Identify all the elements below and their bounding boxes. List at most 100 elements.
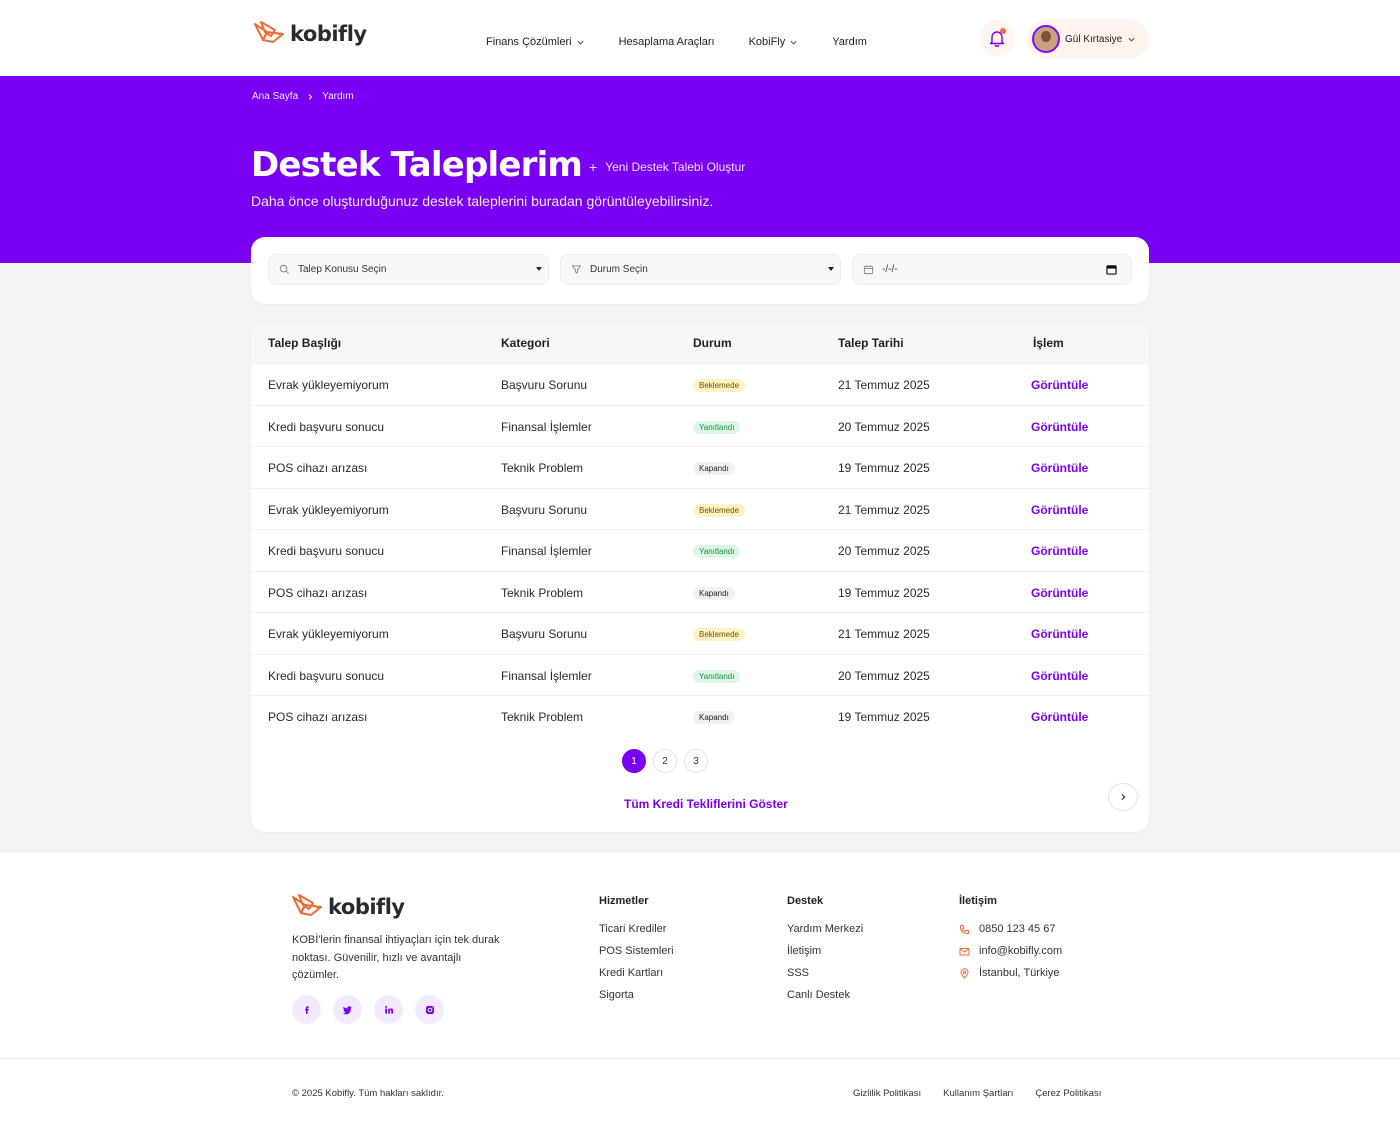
ticket-date: 20 Temmuz 2025: [838, 544, 930, 558]
breadcrumb-home-link[interactable]: Ana Sayfa: [252, 91, 298, 102]
contact-email[interactable]: info@kobifly.com: [959, 945, 1062, 957]
date-input[interactable]: -/-/-: [852, 254, 1132, 285]
site-footer: kobifly KOBİ'lerin finansal ihtiyaçları …: [0, 853, 1400, 1126]
ticket-title: Evrak yükleyemiyorum: [268, 627, 389, 641]
nav-item-yardim[interactable]: Yardım: [832, 36, 867, 48]
ticket-title: POS cihazı arızası: [268, 585, 368, 600]
copyright-text: © 2025 Kobifly. Tüm hakları saklıdır.: [292, 1088, 444, 1099]
nav-item-kobifly[interactable]: KobiFly: [749, 36, 799, 48]
view-ticket-link[interactable]: Görüntüle: [1031, 378, 1088, 392]
caret-down-icon: [536, 267, 542, 271]
hero-banner: Ana Sayfa Yardım Destek Taleplerim + Yen…: [0, 76, 1400, 263]
footer-divider: [0, 1058, 1400, 1059]
facebook-link[interactable]: [292, 995, 321, 1024]
topic-select-value: Talep Konusu Seçin: [298, 264, 387, 275]
table-row: Kredi başvuru sonucu Finansal İşlemler Yan…: [251, 404, 1149, 447]
logo-wordmark: kobifly: [290, 22, 367, 46]
footer-contact-heading: İletişim: [959, 895, 997, 907]
table-row: POS cihazı arızası Teknik Problem Kapandı 1…: [251, 570, 1149, 613]
calendar-picker-icon[interactable]: [1106, 264, 1117, 275]
ticket-category: Finansal İşlemler: [501, 544, 592, 558]
breadcrumb-current: Yardım: [322, 91, 354, 102]
user-name: Gül Kırtasiye: [1065, 33, 1123, 45]
topic-select[interactable]: Talep Konusu Seçin: [268, 254, 549, 285]
footer-contact-column: İletişim 0850 123 45 67 info@kobifly.com…: [959, 895, 1062, 989]
footer-link[interactable]: Kredi Kartları: [599, 967, 674, 979]
contact-phone-text: 0850 123 45 67: [979, 923, 1056, 935]
location-pin-icon: [960, 967, 969, 979]
nav-item-finans-cozumleri[interactable]: Finans Çözümleri: [486, 36, 585, 48]
table-row: POS cihazı arızası Teknik Problem Kapandı 1…: [251, 695, 1149, 737]
footer-link[interactable]: Ticari Krediler: [599, 923, 674, 935]
table-row: POS cihazı arızası Teknik Problem Kapandı 1…: [251, 446, 1149, 488]
footer-description: KOBİ'lerin finansal ihtiyaçları için tek…: [292, 934, 500, 981]
page-button-1[interactable]: 1: [622, 749, 646, 773]
instagram-icon: [425, 1005, 434, 1014]
ticket-date: 20 Temmuz 2025: [838, 419, 930, 434]
chevron-down-icon: [1128, 37, 1135, 42]
footer-link[interactable]: SSS: [787, 967, 863, 979]
notification-dot: [1000, 28, 1006, 34]
terms-of-use-link[interactable]: Kullanım Şartları: [943, 1088, 1013, 1099]
ticket-date: 20 Temmuz 2025: [838, 668, 930, 683]
new-ticket-button[interactable]: + Yeni Destek Talebi Oluştur: [589, 159, 745, 175]
next-page-button[interactable]: [1108, 783, 1138, 811]
view-ticket-link[interactable]: Görüntüle: [1031, 461, 1088, 475]
view-ticket-link[interactable]: Görüntüle: [1031, 710, 1088, 724]
social-links: [292, 995, 444, 1024]
nav-item-label: KobiFly: [748, 36, 786, 48]
contact-address-text: İstanbul, Türkiye: [979, 967, 1060, 979]
status-select[interactable]: Durum Seçin: [560, 254, 841, 285]
facebook-icon: [304, 1006, 309, 1014]
page-button-2[interactable]: 2: [653, 749, 677, 773]
column-header-date: Talep Tarihi: [838, 336, 904, 350]
footer-link[interactable]: Sigorta: [599, 989, 674, 1001]
filter-card: Talep Konusu Seçin Durum Seçin -/-/-: [251, 237, 1149, 304]
twitter-icon: [342, 1005, 352, 1014]
ticket-title: Kredi başvuru sonucu: [268, 668, 385, 683]
calendar-icon: [863, 265, 874, 275]
nav-item-hesaplama-araclari[interactable]: Hesaplama Araçları: [619, 36, 715, 48]
ticket-title: Evrak yükleyemiyorum: [268, 378, 389, 392]
footer-support-column: Destek Yardım Merkezi İletişim SSS Canlı…: [787, 895, 863, 1011]
table-row: Kredi başvuru sonucu Finansal İşlemler Yan…: [251, 653, 1149, 696]
privacy-policy-link[interactable]: Gizlilik Politikası: [853, 1088, 921, 1099]
column-header-action: İşlem: [1033, 336, 1064, 350]
view-ticket-link[interactable]: Görüntüle: [1031, 586, 1088, 600]
view-ticket-link[interactable]: Görüntüle: [1031, 420, 1088, 434]
status-badge: Beklemede: [693, 503, 746, 517]
footer-link[interactable]: İletişim: [787, 945, 863, 957]
show-all-link[interactable]: Tüm Kredi Tekliflerini Göster: [624, 797, 788, 811]
view-ticket-link[interactable]: Görüntüle: [1031, 669, 1088, 683]
ticket-category: Başvuru Sorunu: [501, 502, 588, 517]
linkedin-link[interactable]: [374, 995, 403, 1024]
footer-link[interactable]: POS Sistemleri: [599, 945, 674, 957]
user-menu-button[interactable]: Gül Kırtasiye: [1027, 19, 1149, 59]
instagram-link[interactable]: [415, 995, 444, 1024]
view-ticket-link[interactable]: Görüntüle: [1031, 503, 1088, 517]
cookie-policy-link[interactable]: Çerez Politikası: [1035, 1088, 1101, 1099]
status-badge: Kapandı: [693, 462, 735, 475]
table-header: Talep Başlığı Kategori Durum Talep Tarih…: [251, 323, 1149, 363]
pagination: 1 2 3: [622, 749, 1138, 811]
chevron-down-icon: [790, 40, 797, 45]
ticket-date: 19 Temmuz 2025: [838, 710, 930, 724]
footer-link[interactable]: Canlı Destek: [787, 989, 863, 1001]
footer-logo[interactable]: kobifly: [291, 893, 405, 921]
footer-link[interactable]: Yardım Merkezi: [787, 923, 863, 935]
footer-services-column: Hizmetler Ticari Krediler POS Sistemleri…: [599, 895, 674, 1011]
search-icon: [279, 264, 289, 274]
header-logo[interactable]: kobifly: [253, 20, 367, 48]
ticket-title: Kredi başvuru sonucu: [268, 544, 385, 558]
column-header-category: Kategori: [501, 336, 550, 350]
view-ticket-link[interactable]: Görüntüle: [1031, 544, 1088, 558]
status-badge: Kapandı: [693, 711, 735, 724]
page-button-3[interactable]: 3: [684, 749, 708, 773]
notifications-button[interactable]: [979, 20, 1015, 56]
ticket-category: Teknik Problem: [501, 461, 584, 475]
contact-phone[interactable]: 0850 123 45 67: [959, 923, 1062, 935]
contact-email-text: info@kobifly.com: [979, 945, 1063, 957]
twitter-link[interactable]: [333, 995, 362, 1024]
view-ticket-link[interactable]: Görüntüle: [1031, 627, 1088, 641]
mail-icon: [959, 947, 970, 955]
